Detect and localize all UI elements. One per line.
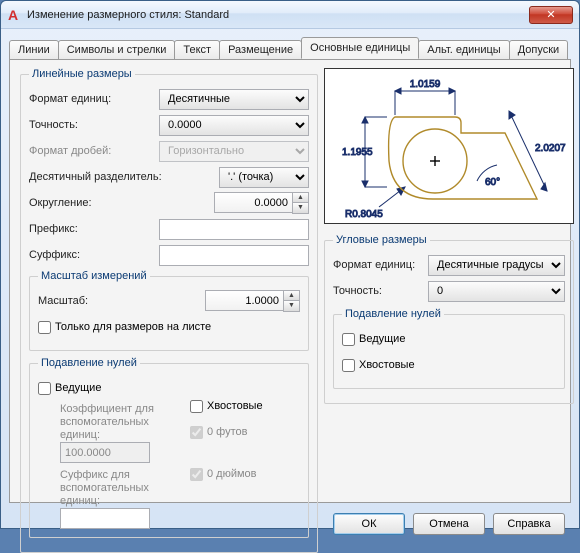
suffix-input[interactable] <box>159 245 309 266</box>
angular-zeros-legend: Подавление нулей <box>342 308 444 320</box>
rounding-label: Округление: <box>29 197 159 209</box>
angular-trailing-checkbox[interactable] <box>342 359 355 372</box>
prefix-input[interactable] <box>159 219 309 240</box>
rounding-input[interactable] <box>214 192 292 213</box>
tab-text[interactable]: Текст <box>174 40 220 60</box>
tab-fit[interactable]: Размещение <box>219 40 302 60</box>
angular-leading-checkbox[interactable] <box>342 333 355 346</box>
decimal-sep-label: Десятичный разделитель: <box>29 171 199 183</box>
angular-precision-label: Точность: <box>333 285 428 297</box>
tabstrip: Линии Символы и стрелки Текст Размещение… <box>1 29 579 59</box>
precision-label: Точность: <box>29 119 159 131</box>
tab-alt-units[interactable]: Альт. единицы <box>418 40 509 60</box>
svg-text:1.0159: 1.0159 <box>410 79 441 90</box>
angular-zeros-group: Подавление нулей Ведущие Хвостовые <box>333 308 565 389</box>
angular-leading-label: Ведущие <box>359 333 405 345</box>
zero-inches-checkbox <box>190 468 203 481</box>
unit-format-select[interactable]: Десятичные <box>159 89 309 110</box>
scale-input[interactable] <box>205 290 283 311</box>
close-icon: ✕ <box>546 8 555 21</box>
subunit-suffix-input <box>60 508 150 529</box>
trailing-zeros-label: Хвостовые <box>207 400 263 412</box>
rounding-spinner[interactable]: ▲▼ <box>292 192 309 214</box>
subunit-factor-label: Коэффициент для вспомогательных единиц: <box>60 403 186 442</box>
angular-trailing-label: Хвостовые <box>359 359 415 371</box>
zero-suppression-group: Подавление нулей Ведущие Коэффициент для… <box>29 357 309 538</box>
linear-legend: Линейные размеры <box>29 68 135 80</box>
decimal-sep-select[interactable]: '.' (точка) <box>219 167 309 188</box>
app-icon: A <box>5 7 21 23</box>
fraction-format-select: Горизонтально <box>159 141 309 162</box>
dialog-window: A Изменение размерного стиля: Standard ✕… <box>0 0 580 529</box>
close-button[interactable]: ✕ <box>529 6 573 24</box>
measurement-scale-group: Масштаб измерений Масштаб: ▲▼ Только для… <box>29 270 309 351</box>
tab-lines[interactable]: Линии <box>9 40 59 60</box>
svg-text:R0.8045: R0.8045 <box>345 209 383 220</box>
unit-format-label: Формат единиц: <box>29 93 159 105</box>
svg-text:2.0207: 2.0207 <box>535 143 566 154</box>
tab-panel: Линейные размеры Формат единиц: Десятичн… <box>9 59 571 503</box>
angular-format-select[interactable]: Десятичные градусы <box>428 255 565 276</box>
svg-text:60°: 60° <box>485 177 500 188</box>
angular-dimensions-group: Угловые размеры Формат единиц: Десятичны… <box>324 234 574 404</box>
precision-select[interactable]: 0.0000 <box>159 115 309 136</box>
scale-spinner[interactable]: ▲▼ <box>283 290 300 312</box>
scale-label: Масштаб: <box>38 295 168 307</box>
scale-legend: Масштаб измерений <box>38 270 150 282</box>
svg-text:1.1955: 1.1955 <box>342 147 373 158</box>
layout-only-label: Только для размеров на листе <box>55 321 211 333</box>
angular-precision-select[interactable]: 0 <box>428 281 565 302</box>
ok-button[interactable]: ОК <box>333 513 405 535</box>
spin-down-icon[interactable]: ▼ <box>284 301 299 311</box>
subunit-suffix-label: Суффикс для вспомогательных единиц: <box>60 469 186 508</box>
leading-zeros-label: Ведущие <box>55 382 101 394</box>
tab-primary-units[interactable]: Основные единицы <box>301 37 419 59</box>
zero-inches-label: 0 дюймов <box>207 468 257 480</box>
angular-legend: Угловые размеры <box>333 234 430 246</box>
angular-format-label: Формат единиц: <box>333 259 428 271</box>
suffix-label: Суффикс: <box>29 249 159 261</box>
linear-dimensions-group: Линейные размеры Формат единиц: Десятичн… <box>20 68 318 553</box>
leading-zeros-checkbox[interactable] <box>38 382 51 395</box>
window-title: Изменение размерного стиля: Standard <box>27 9 529 21</box>
trailing-zeros-checkbox[interactable] <box>190 400 203 413</box>
cancel-button[interactable]: Отмена <box>413 513 485 535</box>
subunit-factor-input <box>60 442 150 463</box>
tab-tolerances[interactable]: Допуски <box>509 40 568 60</box>
spin-up-icon[interactable]: ▲ <box>284 291 299 301</box>
zero-feet-checkbox <box>190 426 203 439</box>
spin-up-icon[interactable]: ▲ <box>293 193 308 203</box>
prefix-label: Префикс: <box>29 223 159 235</box>
zero-feet-label: 0 футов <box>207 426 247 438</box>
fraction-format-label: Формат дробей: <box>29 145 159 157</box>
spin-down-icon[interactable]: ▼ <box>293 203 308 213</box>
layout-only-checkbox[interactable] <box>38 321 51 334</box>
help-button[interactable]: Справка <box>493 513 565 535</box>
tab-symbols[interactable]: Символы и стрелки <box>58 40 176 60</box>
dimstyle-preview: 1.0159 1.1955 2.0207 <box>324 68 574 224</box>
zeros-legend: Подавление нулей <box>38 357 140 369</box>
titlebar[interactable]: A Изменение размерного стиля: Standard ✕ <box>1 1 579 29</box>
